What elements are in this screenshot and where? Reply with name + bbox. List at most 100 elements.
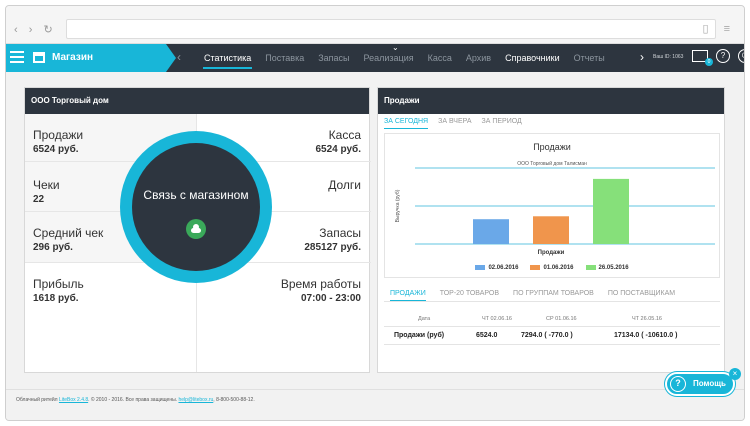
table-row: Продажи (руб) 6524.0 7294.0 ( -770.0 ) 1…	[384, 327, 720, 345]
table-cell: 6524.0	[476, 332, 498, 339]
legend-entry[interactable]: 01.06.2016	[530, 265, 574, 272]
stat-value: 22	[33, 194, 45, 205]
stat-value: 296 руб.	[33, 242, 73, 253]
stats-grid: Продажи 6524 руб. Чеки 22 Средний чек 29…	[25, 114, 371, 372]
sales-panel-title: Продажи	[378, 88, 724, 114]
chart-bars	[473, 178, 629, 244]
tab-directories[interactable]: Справочники	[498, 44, 567, 72]
mail-icon[interactable]: 0	[692, 50, 713, 66]
browser-toolbar: ‹ › ↻ ▯ ≡	[6, 6, 744, 44]
mail-badge: 0	[705, 58, 713, 66]
report-tabs: ПРОДАЖИ ТОР-20 ТОВАРОВ ПО ГРУППАМ ТОВАРО…	[384, 290, 720, 302]
legend-label: 02.06.2016	[488, 265, 519, 272]
footer-version-link[interactable]: LiteBox 2.4.8	[59, 397, 88, 403]
stat-receipts: Чеки 22	[33, 178, 60, 205]
app-top-nav: Магазин ‹ Статистика Поставка Запасы Реа…	[6, 43, 744, 72]
brand-block[interactable]: Магазин	[6, 44, 166, 72]
browser-window: ‹ › ↻ ▯ ≡ Магазин ‹ Статистика Поставка …	[5, 5, 745, 421]
stat-label: Запасы	[319, 226, 361, 240]
tab-today[interactable]: ЗА СЕГОДНЯ	[384, 118, 429, 129]
nav-forward-icon[interactable]: ›	[640, 50, 644, 64]
store-connection-inner: Связь с магазином	[132, 143, 260, 271]
chart-legend: 02.06.2016 01.06.2016 26.05.2016	[385, 265, 719, 271]
stat-profit: Прибыль 1618 руб.	[33, 277, 84, 304]
tab-yesterday[interactable]: ЗА ВЧЕРА	[438, 118, 471, 129]
stat-work-hours: Время работы 07:00 - 23:00	[281, 277, 361, 304]
question-icon: ?	[670, 376, 686, 392]
table-cell: 17134.0 ( -10610.0 )	[614, 332, 678, 339]
period-tabs: ЗА СЕГОДНЯ ЗА ВЧЕРА ЗА ПЕРИОД	[384, 118, 522, 129]
sales-panel: Продажи ЗА СЕГОДНЯ ЗА ВЧЕРА ЗА ПЕРИОД Пр…	[377, 87, 725, 373]
chart-category-label: Продажи	[538, 250, 565, 256]
footer-copyright: . © 2010 - 2016. Все права защищены.	[88, 397, 179, 403]
legend-entry[interactable]: 02.06.2016	[475, 265, 518, 271]
chart-bar-02.06.2016[interactable]	[473, 219, 509, 244]
table-cell: Продажи (руб)	[394, 332, 445, 339]
chevron-down-icon: ⌄	[392, 43, 399, 52]
close-icon[interactable]: ×	[729, 368, 741, 380]
tab-archive[interactable]: Архив	[459, 44, 498, 72]
legend-entry[interactable]: 26.05.2016	[585, 265, 629, 272]
stat-value: 285127 руб.	[304, 242, 361, 253]
table-header: СР 01.06.16	[546, 316, 577, 322]
table-header: Дата	[418, 316, 431, 322]
sales-table: Дата ЧТ 02.06.16 СР 01.06.16 ЧТ 26.05.16…	[384, 313, 720, 345]
chart-y-axis-label: Выручка (руб)	[395, 189, 401, 222]
chart-canvas: Продажи Выручка (руб)	[395, 167, 715, 256]
stat-value: 6524 руб.	[315, 144, 361, 155]
cloud-icon	[186, 219, 206, 239]
chart-bar-01.06.2016[interactable]	[533, 216, 569, 244]
footer-text: Облачный ритейл LiteBox 2.4.8. © 2010 - …	[16, 397, 255, 403]
footer-email-link[interactable]: help@litebox.ru	[178, 397, 213, 403]
footer-phone: , 8-800-500-88-12.	[213, 397, 255, 403]
store-stats-panel: ООО Торговый дом Продажи 6524 руб. Чеки …	[24, 87, 371, 373]
brand-arrow-decoration	[166, 44, 176, 72]
tab-by-groups[interactable]: ПО ГРУППАМ ТОВАРОВ	[513, 290, 594, 301]
help-button-label: Помощь	[693, 379, 726, 388]
footer-prefix: Облачный ритейл	[16, 397, 59, 403]
shop-icon	[33, 52, 45, 63]
tab-period[interactable]: ЗА ПЕРИОД	[482, 118, 522, 129]
tab-sales[interactable]: Реализация	[357, 44, 421, 72]
table-cell: 7294.0 ( -770.0 )	[521, 332, 573, 339]
tab-stock[interactable]: Запасы	[311, 44, 356, 72]
tab-reports[interactable]: Отчеты	[567, 44, 612, 72]
stat-label: Продажи	[33, 128, 84, 142]
table-header-row: Дата ЧТ 02.06.16 СР 01.06.16 ЧТ 26.05.16	[384, 313, 720, 327]
browser-nav-arrows[interactable]: ‹ › ↻	[14, 23, 57, 36]
stat-value: 6524 руб.	[33, 144, 79, 155]
tab-top20[interactable]: ТОР-20 ТОВАРОВ	[440, 290, 499, 301]
tab-statistics[interactable]: Статистика	[197, 44, 258, 72]
brand-label: Магазин	[52, 52, 94, 63]
chart-bar-26.05.2016[interactable]	[593, 178, 629, 244]
table-header: ЧТ 02.06.16	[482, 316, 512, 322]
table-header: ЧТ 26.05.16	[632, 316, 662, 322]
stat-label: Чеки	[33, 178, 60, 192]
legend-label: 01.06.2016	[543, 265, 574, 272]
tab-supply[interactable]: Поставка	[258, 44, 311, 72]
tab-cashbox[interactable]: Касса	[421, 44, 459, 72]
help-button[interactable]: ? Помощь	[665, 372, 735, 396]
tab-sales-report[interactable]: ПРОДАЖИ	[390, 290, 426, 301]
stat-average-check: Средний чек 296 руб.	[33, 226, 103, 253]
store-panel-title: ООО Торговый дом	[25, 88, 369, 114]
help-icon[interactable]: ?	[716, 49, 730, 63]
legend-label: 26.05.2016	[598, 265, 629, 272]
stat-stock: Запасы 285127 руб.	[304, 226, 361, 253]
footer: Облачный ритейл LiteBox 2.4.8. © 2010 - …	[6, 389, 744, 420]
store-connection-label: Связь с магазином	[143, 188, 249, 202]
stat-label: Долги	[328, 178, 361, 192]
browser-menu-icons[interactable]: ▯ ≡	[702, 22, 736, 35]
hamburger-icon[interactable]	[10, 51, 24, 65]
stat-label: Средний чек	[33, 226, 104, 240]
tab-by-suppliers[interactable]: ПО ПОСТАВЩИКАМ	[608, 290, 675, 301]
nav-icons: 0 ? ⏻	[692, 49, 744, 66]
main-tabs: Статистика Поставка Запасы Реализация Ка…	[197, 44, 612, 72]
nav-back-icon[interactable]: ‹	[177, 50, 181, 64]
store-connection-widget[interactable]: Связь с магазином	[120, 131, 272, 283]
stat-value: 1618 руб.	[33, 293, 79, 304]
stat-debts: Долги	[328, 178, 361, 194]
address-bar[interactable]	[66, 19, 716, 39]
power-icon[interactable]: ⏻	[738, 49, 744, 63]
stat-label: Прибыль	[33, 277, 84, 291]
